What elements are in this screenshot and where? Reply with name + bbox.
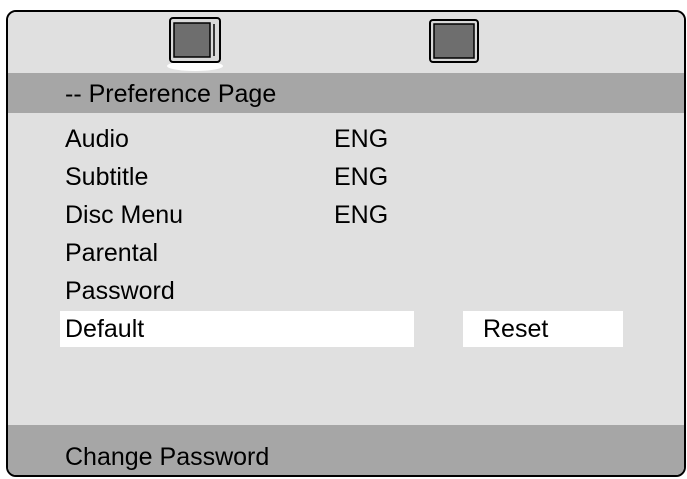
help-bar: Change Password [8,425,684,475]
menu-item-value: ENG [334,163,389,191]
osd-menu-window: -- Preference Page Audio ENG Subtitle EN… [6,10,686,477]
settings-menu: Audio ENG Subtitle ENG Disc Menu ENG Par… [8,113,684,425]
menu-item-label: Password [65,277,175,305]
menu-item-label: Parental [65,239,159,267]
screen-square-icon[interactable] [428,18,482,64]
tv-icon[interactable] [160,16,230,72]
menu-item-default[interactable]: Default Reset [8,310,684,348]
menu-item-label: Audio [65,125,129,153]
menu-item-audio[interactable]: Audio ENG [8,120,684,158]
menu-item-disc-menu[interactable]: Disc Menu ENG [8,196,684,234]
menu-item-parental[interactable]: Parental [8,234,684,272]
reset-option-label: Reset [483,315,549,343]
menu-item-value: ENG [334,125,389,153]
reset-option-button[interactable]: Reset [463,311,623,347]
help-text: Change Password [65,443,270,471]
menu-item-label: Disc Menu [65,201,184,229]
menu-item-value: ENG [334,201,389,229]
tab-bar [8,12,684,72]
menu-item-label: Default [65,315,145,343]
menu-item-subtitle[interactable]: Subtitle ENG [8,158,684,196]
page-title: -- Preference Page [65,80,277,108]
page-header: -- Preference Page [8,73,684,113]
menu-item-password[interactable]: Password [8,272,684,310]
menu-item-label: Subtitle [65,163,149,191]
